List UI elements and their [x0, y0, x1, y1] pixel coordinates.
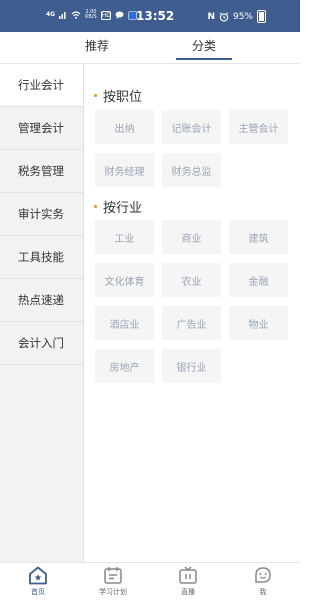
- nav-me[interactable]: 我: [233, 566, 293, 597]
- signal-indicator: 4G: [46, 11, 56, 18]
- home-icon: [29, 566, 47, 585]
- sidebar-item-audit-practice[interactable]: 审计实务: [0, 193, 83, 236]
- section-bullet: [94, 94, 97, 97]
- chip-construction[interactable]: 建筑: [229, 220, 288, 254]
- chip-commerce[interactable]: 商业: [162, 220, 221, 254]
- chip-advertising[interactable]: 广告业: [162, 306, 221, 340]
- nav-label: 我: [259, 588, 267, 596]
- top-tabs: 推荐 分类: [0, 32, 300, 64]
- chip-banking[interactable]: 银行业: [162, 349, 221, 383]
- nav-live[interactable]: 直播: [158, 566, 218, 597]
- chip-hotel[interactable]: 酒店业: [95, 306, 154, 340]
- battery-percent: 95%: [232, 11, 253, 22]
- chip-property[interactable]: 物业: [229, 306, 288, 340]
- battery-icon: [257, 10, 266, 23]
- chip-culture-sports[interactable]: 文化体育: [95, 263, 154, 297]
- active-tab-indicator: [176, 58, 232, 60]
- chip-chief-accountant[interactable]: 主管会计: [229, 110, 288, 144]
- chip-cashier[interactable]: 出纳: [95, 110, 154, 144]
- nav-label: 学习计划: [99, 588, 127, 596]
- position-grid: 出纳 记账会计 主管会计 财务经理 财务总监: [95, 110, 288, 187]
- smiley-icon: [255, 567, 271, 583]
- section-bullet: [94, 205, 97, 208]
- status-bar: 4G 2.00 KB/S HD 13:52 N 95%: [0, 0, 300, 32]
- section-title-by-industry: 按行业: [94, 197, 142, 216]
- nfc-icon: N: [207, 11, 215, 22]
- chip-agriculture[interactable]: 农业: [162, 263, 221, 297]
- status-time: 13:52: [136, 9, 175, 23]
- tab-recommend[interactable]: 推荐: [85, 37, 109, 54]
- bottom-nav: 首页 学习计划 直播 我: [0, 562, 300, 600]
- chip-industrial[interactable]: 工业: [95, 220, 154, 254]
- status-left: 4G 2.00 KB/S HD: [46, 10, 137, 20]
- chip-finance[interactable]: 金融: [229, 263, 288, 297]
- alarm-icon: [219, 11, 229, 22]
- sidebar-item-accounting-intro[interactable]: 会计入门: [0, 322, 83, 365]
- section-title-text: 按行业: [103, 201, 143, 216]
- signal-bars-icon: [59, 12, 66, 19]
- chip-finance-manager[interactable]: 财务经理: [95, 153, 154, 187]
- chip-bookkeeper[interactable]: 记账会计: [162, 110, 221, 144]
- sidebar-item-label: 热点速递: [18, 293, 64, 307]
- speed-unit: KB/S: [85, 14, 97, 20]
- wifi-icon: [71, 11, 81, 19]
- sidebar-item-tool-skills[interactable]: 工具技能: [0, 236, 83, 279]
- section-title-text: 按职位: [103, 90, 143, 105]
- chip-real-estate[interactable]: 房地产: [95, 349, 154, 383]
- sidebar-item-label: 管理会计: [18, 121, 64, 135]
- sidebar-item-label: 税务管理: [18, 164, 64, 178]
- industry-grid: 工业 商业 建筑 文化体育 农业 金融 酒店业 广告业 物业 房地产 银行业: [95, 220, 288, 383]
- nav-label: 首页: [31, 588, 45, 596]
- sidebar-item-management-accounting[interactable]: 管理会计: [0, 107, 83, 150]
- sidebar-item-label: 审计实务: [18, 207, 64, 221]
- chip-finance-director[interactable]: 财务总监: [162, 153, 221, 187]
- hd-badge: HD: [100, 10, 111, 20]
- nav-label: 直播: [181, 588, 195, 596]
- sidebar-item-tax-management[interactable]: 税务管理: [0, 150, 83, 193]
- category-sidebar: 行业会计 管理会计 税务管理 审计实务 工具技能 热点速递 会计入门: [0, 64, 84, 562]
- tv-icon: [179, 566, 197, 584]
- nav-study-plan[interactable]: 学习计划: [83, 566, 143, 597]
- status-right: N 95%: [207, 10, 266, 23]
- sidebar-item-label: 工具技能: [18, 250, 64, 264]
- chat-bubble-icon: [115, 11, 124, 19]
- calendar-icon: [104, 567, 122, 584]
- network-speed: 2.00 KB/S: [85, 10, 97, 20]
- sidebar-item-label: 行业会计: [18, 78, 64, 92]
- sidebar-item-industry-accounting[interactable]: 行业会计: [0, 64, 83, 107]
- sidebar-item-hot-topics[interactable]: 热点速递: [0, 279, 83, 322]
- tab-category[interactable]: 分类: [192, 37, 216, 54]
- section-title-by-position: 按职位: [94, 86, 142, 105]
- sidebar-item-label: 会计入门: [18, 336, 64, 350]
- nav-home[interactable]: 首页: [8, 566, 68, 597]
